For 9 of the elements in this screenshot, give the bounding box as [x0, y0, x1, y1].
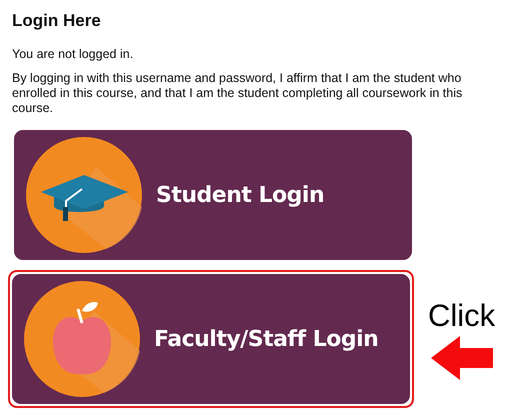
- click-annotation: Click: [428, 298, 496, 334]
- graduation-cap-icon: [26, 137, 142, 253]
- arrow-icon: [430, 336, 493, 380]
- page-heading: Login Here: [12, 11, 102, 31]
- login-button[interactable]: Student Login: [14, 130, 412, 260]
- apple-icon: [24, 281, 140, 397]
- login-button[interactable]: Faculty/Staff Login: [12, 274, 410, 404]
- affirmation-text: By logging in with this username and password, I affirm that I am the student who enrolled in this course, and that I am the student completing all coursework in this course.: [12, 71, 464, 116]
- login-status-text: You are not logged in.: [12, 47, 134, 62]
